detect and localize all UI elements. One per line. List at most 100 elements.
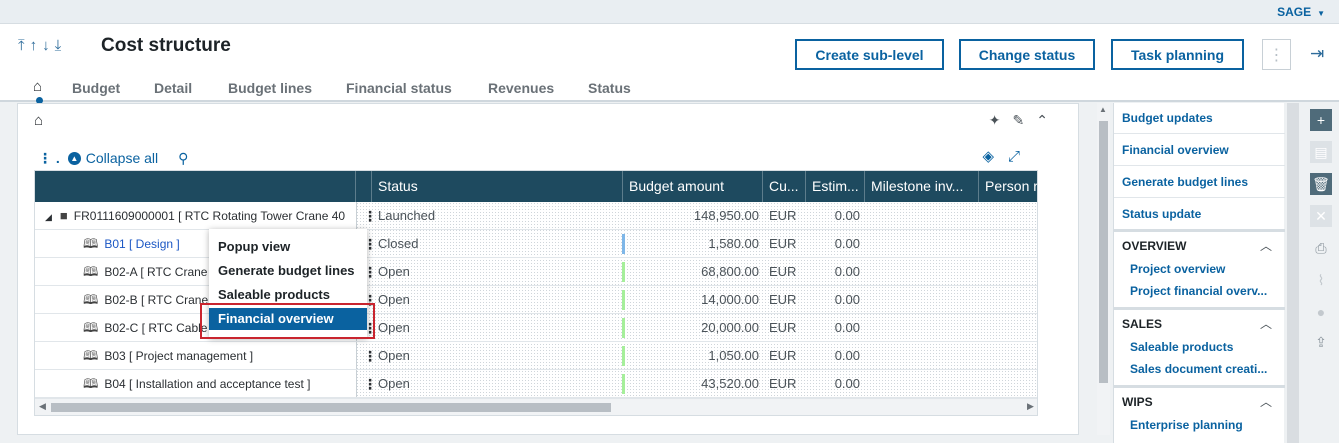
status-cell: Open (378, 376, 410, 391)
layers-icon[interactable]: ◈ (982, 148, 1008, 165)
status-bar (622, 318, 625, 338)
status-bar (622, 374, 625, 394)
book-icon: 🕮 (83, 236, 99, 251)
table-row[interactable]: 🕮 B02-B [ RTC Crane ⋮ Open 14,000.00 EUR 0.00 (35, 286, 1037, 314)
edit-icon[interactable]: ✎ (1013, 112, 1037, 128)
sidebar-item-saleable-products[interactable]: Saleable products (1130, 340, 1233, 354)
table-row[interactable]: 🕮 B03 [ Project management ] ⋮ Open 1,050.00… (35, 342, 1037, 370)
table-row[interactable]: 🕮 B02-A [ RTC Crane T ⋮ Open 68,800.00 EUR 0.0… (35, 258, 1037, 286)
tree-column-header (35, 171, 356, 202)
close-icon[interactable]: ✕ (1310, 205, 1332, 227)
sidebar-link-budget-updates[interactable]: Budget updates (1122, 111, 1213, 125)
status-bar (622, 346, 625, 366)
expand-icon[interactable]: ⤢ (1008, 148, 1034, 165)
tab-budget-lines[interactable]: Budget lines (228, 80, 312, 96)
main-panel: ⌂ ✦✎⌃ ⋮ . ▲ Collapse all ⚲ ◈⤢ Status Bud… (17, 103, 1079, 435)
scroll-right-icon[interactable]: ▶ (1027, 401, 1034, 412)
export-icon[interactable]: ⇪ (1310, 331, 1332, 353)
row-name-cell[interactable]: ◢ ■ FR0111609000001 [ RTC Rotating Tower C… (45, 202, 350, 230)
previous-record-icon[interactable]: ↑ (30, 37, 43, 54)
table-row[interactable]: 🕮 B04 [ Installation and acceptance test … (35, 370, 1037, 398)
sidebar-link-generate-budget-lines[interactable]: Generate budget lines (1122, 175, 1248, 189)
status-cell: Open (378, 292, 410, 307)
sidebar-item-enterprise-planning[interactable]: Enterprise planning (1130, 418, 1243, 432)
row-actions-icon[interactable]: ⋮ (363, 202, 377, 230)
page-title: Cost structure (101, 35, 231, 56)
vertical-scrollbar[interactable]: ▲ (1097, 103, 1110, 435)
milestone-column-header[interactable]: Milestone inv... (865, 171, 979, 202)
save-icon[interactable]: ▤ (1310, 141, 1332, 163)
chevron-up-icon[interactable]: ︿ (1260, 315, 1272, 332)
scrollbar-thumb[interactable] (51, 403, 611, 412)
budget-amount-column-header[interactable]: Budget amount (623, 171, 763, 202)
more-actions-button[interactable]: ⋮ (1262, 39, 1291, 70)
collapse-icon: ▲ (67, 151, 81, 165)
scroll-up-icon[interactable]: ▲ (1099, 105, 1107, 114)
home-icon[interactable]: ⌂ (34, 112, 43, 129)
grid-header: Status Budget amount Cu... Estim... Mile… (35, 171, 1037, 202)
chevron-up-icon[interactable]: ︿ (1260, 393, 1272, 410)
row-actions-icon[interactable]: ⋮ (363, 370, 377, 398)
estimate-column-header[interactable]: Estim... (806, 171, 865, 202)
create-sub-level-button[interactable]: Create sub-level (795, 39, 944, 70)
divider (1114, 197, 1285, 198)
next-record-icon[interactable]: ↓ (42, 37, 55, 54)
sidebar-link-financial-overview[interactable]: Financial overview (1122, 143, 1229, 157)
highlight-outline (200, 303, 375, 339)
last-record-icon[interactable]: ⤓ (55, 37, 67, 54)
exit-icon[interactable]: ⇥ (1310, 44, 1324, 64)
tab-budget[interactable]: Budget (72, 80, 120, 96)
tab-status[interactable]: Status (588, 80, 631, 96)
user-menu[interactable]: SAGE ▼ (1277, 5, 1325, 19)
sidebar-item-project-financial-overview[interactable]: Project financial overv... (1130, 284, 1267, 298)
actions-column-header (356, 171, 372, 202)
expand-triangle-icon[interactable]: ◢ (45, 212, 52, 222)
status-bar (622, 290, 625, 310)
comment-icon[interactable]: ● (1310, 301, 1332, 323)
change-status-button[interactable]: Change status (959, 39, 1095, 70)
sidebar-scrollbar[interactable] (1287, 103, 1299, 443)
tab-revenues[interactable]: Revenues (488, 80, 554, 96)
search-icon[interactable]: ⚲ (178, 150, 188, 167)
divider (1114, 229, 1285, 232)
table-row[interactable]: 🕮 B01 [ Design ] ⋮ Closed 1,580.00 EUR 0.00 (35, 230, 1037, 258)
book-icon: 🕮 (83, 292, 99, 307)
menu-item-popup-view[interactable]: Popup view (218, 239, 290, 254)
home-icon[interactable]: ⌂ (33, 78, 42, 95)
tab-detail[interactable]: Detail (154, 80, 192, 96)
currency-column-header[interactable]: Cu... (763, 171, 806, 202)
person-column-header[interactable]: Person r (979, 171, 1037, 202)
sidebar-item-project-overview[interactable]: Project overview (1130, 262, 1225, 276)
add-icon[interactable]: + (1310, 109, 1332, 131)
attachment-icon[interactable]: ⌇ (1310, 269, 1332, 291)
menu-item-generate-budget-lines[interactable]: Generate budget lines (218, 263, 355, 278)
estimate-cell: 0.00 (834, 292, 860, 307)
row-name-cell[interactable]: 🕮 B04 [ Installation and acceptance test … (83, 370, 350, 398)
status-cell: Open (378, 264, 410, 279)
horizontal-scrollbar[interactable]: ◀ ▶ (35, 398, 1037, 415)
scrollbar-thumb[interactable] (1099, 121, 1108, 383)
menu-item-saleable-products[interactable]: Saleable products (218, 287, 330, 302)
tab-financial-status[interactable]: Financial status (346, 80, 452, 96)
delete-icon[interactable]: 🗑 (1310, 173, 1332, 195)
top-bar: SAGE ▼ (0, 0, 1339, 24)
row-name-cell[interactable]: 🕮 B03 [ Project management ] (83, 342, 350, 370)
pin-icon[interactable]: ✦ (989, 112, 1013, 128)
table-row[interactable]: ◢ ■ FR0111609000001 [ RTC Rotating Tower C… (35, 202, 1037, 230)
section-overview-title: OVERVIEW (1122, 239, 1187, 253)
row-actions-icon[interactable]: ⋮ (363, 342, 377, 370)
collapse-all-button[interactable]: Collapse all (86, 150, 158, 166)
grid-actions-icon[interactable]: ⋮ . (38, 150, 60, 167)
print-icon[interactable]: ⎙ (1310, 237, 1332, 259)
table-row[interactable]: 🕮 B02-C [ RTC Cable F ⋮ Open 20,000.00 EUR 0.0… (35, 314, 1037, 342)
user-name: SAGE (1277, 5, 1312, 19)
folder-icon: ■ (59, 208, 68, 223)
scroll-left-icon[interactable]: ◀ (39, 401, 46, 412)
sidebar-link-status-update[interactable]: Status update (1122, 207, 1201, 221)
chevron-up-icon[interactable]: ︿ (1260, 237, 1272, 254)
task-planning-button[interactable]: Task planning (1111, 39, 1244, 70)
first-record-icon[interactable]: ⤒ (18, 37, 30, 54)
sidebar-item-sales-document-creation[interactable]: Sales document creati... (1130, 362, 1267, 376)
chevron-up-icon[interactable]: ⌃ (1036, 112, 1060, 128)
status-column-header[interactable]: Status (372, 171, 623, 202)
